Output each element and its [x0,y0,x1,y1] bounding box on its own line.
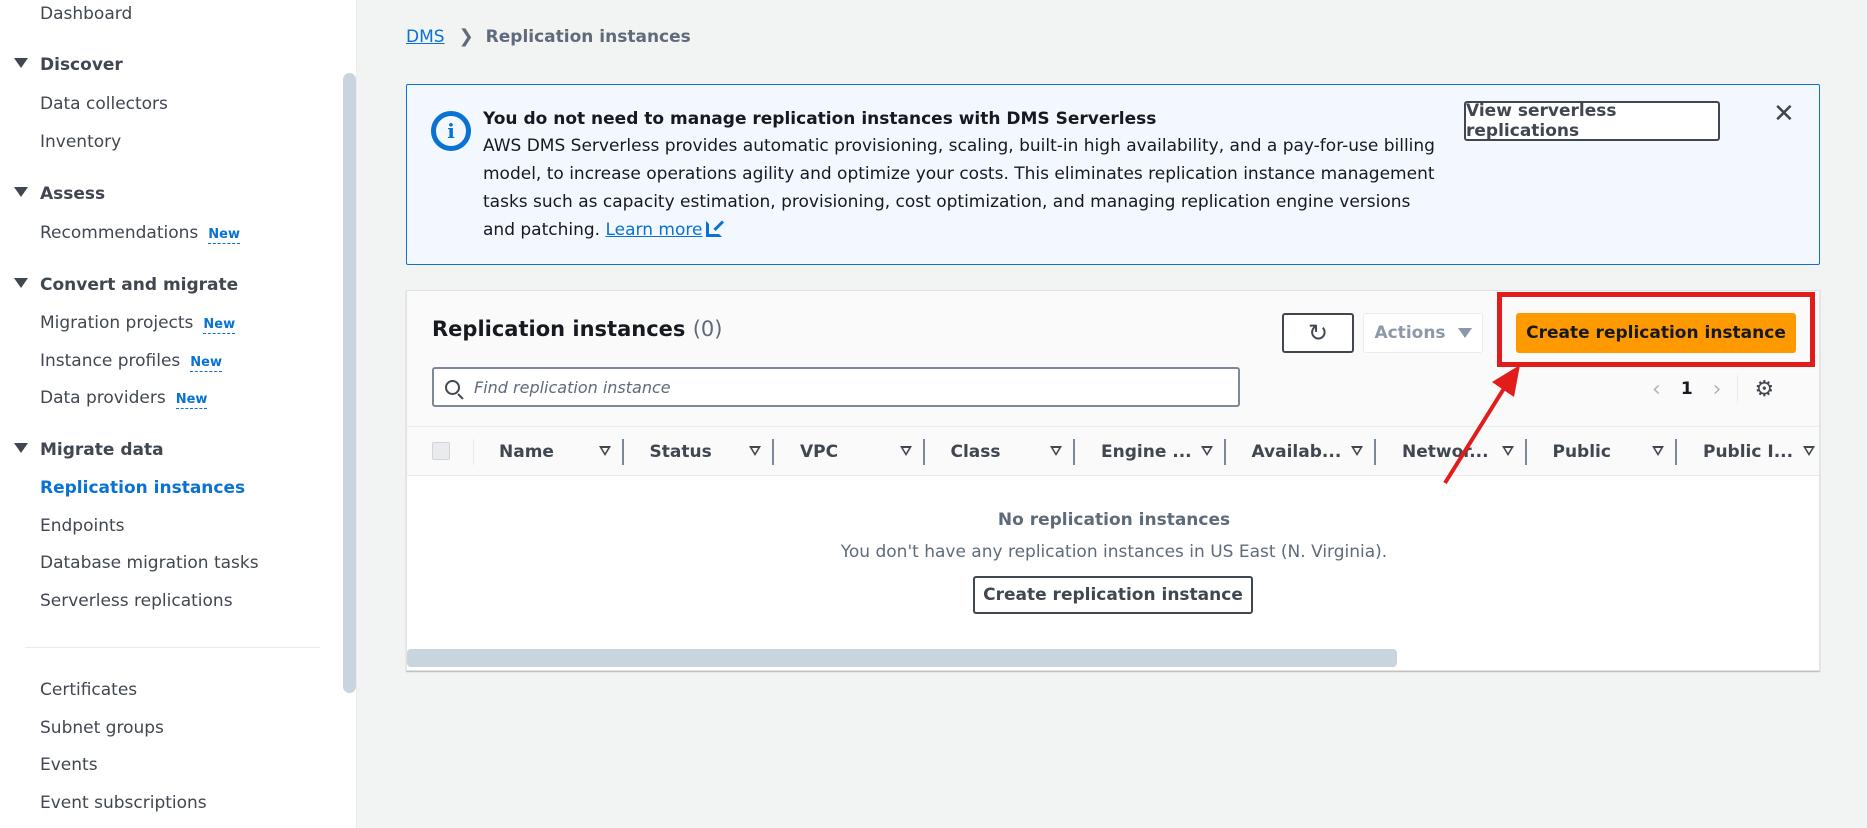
create-replication-instance-button[interactable]: Create replication instance [1516,313,1796,353]
column-header[interactable]: Public I... [1677,427,1819,477]
sidebar-item-replication-instances[interactable]: Replication instances [40,478,245,498]
page-number[interactable]: 1 [1681,379,1693,399]
sidebar-section-migrate-data[interactable]: Migrate data [14,440,164,460]
sort-icon[interactable] [1802,446,1815,456]
column-label: Class [950,442,1001,462]
sidebar-scrollbar[interactable] [343,73,356,693]
new-badge[interactable]: New [175,392,208,409]
actions-dropdown[interactable]: Actions [1363,313,1483,353]
caret-down-icon [1457,328,1472,338]
caret-down-icon [14,58,28,68]
column-header[interactable]: Public [1527,427,1677,477]
sidebar-item-instance-profiles[interactable]: Instance profiles New [40,351,222,372]
breadcrumb: DMS ❯ Replication instances [406,26,691,47]
column-header[interactable]: Engine ... [1075,427,1226,477]
column-label: VPC [800,442,839,462]
external-link-icon [706,221,723,237]
sidebar-item-subnet-groups[interactable]: Subnet groups [40,718,164,738]
table-body: No replication instances You don't have … [407,476,1819,670]
search-icon [445,379,460,395]
breadcrumb-dms-link[interactable]: DMS [406,27,445,47]
sidebar: Dashboard Discover Data collectors Inven… [0,0,357,828]
column-header[interactable]: Name [473,427,624,477]
alert-content: You do not need to manage replication in… [483,108,1443,244]
column-label: Public [1552,442,1611,462]
sort-icon[interactable] [1200,446,1213,456]
caret-down-icon [14,187,28,197]
sort-icon[interactable] [1050,446,1062,456]
table-title: Replication instances (0) [432,317,723,341]
sidebar-item-event-subscriptions[interactable]: Event subscriptions [40,793,207,813]
new-badge[interactable]: New [203,317,236,334]
sort-icon[interactable] [749,446,761,456]
serverless-info-alert: i You do not need to manage replication … [406,84,1820,265]
column-label: Networ... [1402,442,1489,462]
search-field[interactable] [432,367,1240,407]
sidebar-section-convert-and-migrate[interactable]: Convert and migrate [14,275,238,295]
chevron-right-icon: ❯ [458,26,474,47]
search-input[interactable] [474,377,1214,397]
column-header[interactable]: VPC [774,427,925,477]
select-all-checkbox[interactable] [432,442,450,460]
refresh-icon: ↻ [1307,319,1329,347]
instance-count: (0) [692,317,723,341]
alert-title: You do not need to manage replication in… [483,109,1157,129]
pagination: ‹ 1 › ⚙ [1652,375,1774,403]
sidebar-item-dashboard[interactable]: Dashboard [40,4,132,24]
replication-instances-table: Replication instances (0) ↻ Actions Crea… [406,290,1820,671]
new-badge[interactable]: New [208,227,240,244]
column-header[interactable]: Availab... [1226,427,1376,477]
empty-state-title: No replication instances [997,510,1231,530]
sidebar-item-database-migration-tasks[interactable]: Database migration tasks [40,553,259,573]
new-badge[interactable]: New [190,355,222,372]
sidebar-item-migration-projects[interactable]: Migration projects New [40,313,236,334]
empty-state-description: You don't have any replication instances… [840,542,1388,562]
sidebar-section-assess[interactable]: Assess [14,184,105,204]
column-label: Status [649,442,712,462]
empty-state-create-button[interactable]: Create replication instance [973,576,1253,614]
caret-down-icon [14,443,28,453]
sort-icon[interactable] [598,446,611,456]
sidebar-item-data-providers[interactable]: Data providers New [40,388,208,409]
chevron-right-icon[interactable]: › [1713,377,1722,402]
sidebar-item-events[interactable]: Events [40,755,98,775]
sort-icon[interactable] [1652,446,1664,456]
column-label: Public I... [1703,442,1794,462]
info-icon: i [431,111,471,151]
column-header[interactable]: Class [925,427,1075,477]
table-header: Name Status VPC Class Engine ... Availab... Ne… [407,426,1819,477]
column-header[interactable]: Networ... [1376,427,1527,477]
sidebar-item-recommendations[interactable]: Recommendations New [40,223,240,244]
column-header[interactable]: Status [624,427,774,477]
sidebar-item-serverless-replications[interactable]: Serverless replications [40,591,233,611]
close-icon[interactable]: ✕ [1773,99,1795,129]
sidebar-item-certificates[interactable]: Certificates [40,680,137,700]
gear-icon[interactable]: ⚙ [1754,377,1774,402]
column-label: Name [499,442,554,462]
sort-icon[interactable] [1351,446,1363,456]
sidebar-item-data-collectors[interactable]: Data collectors [40,94,168,114]
sidebar-divider [25,647,320,648]
learn-more-link[interactable]: Learn more [605,220,702,240]
refresh-button[interactable]: ↻ [1282,313,1354,353]
view-serverless-replications-button[interactable]: View serverless replications [1464,101,1720,141]
column-label: Availab... [1251,442,1342,462]
sort-icon[interactable] [1501,446,1514,456]
chevron-left-icon[interactable]: ‹ [1652,377,1661,402]
horizontal-scrollbar[interactable] [407,649,1397,667]
sort-icon[interactable] [899,446,912,456]
breadcrumb-current: Replication instances [485,26,691,47]
pager-divider [1737,375,1739,403]
sidebar-item-inventory[interactable]: Inventory [40,132,121,152]
sidebar-item-endpoints[interactable]: Endpoints [40,516,125,536]
sidebar-section-discover[interactable]: Discover [14,55,123,75]
caret-down-icon [14,278,28,288]
column-label: Engine ... [1101,442,1192,462]
